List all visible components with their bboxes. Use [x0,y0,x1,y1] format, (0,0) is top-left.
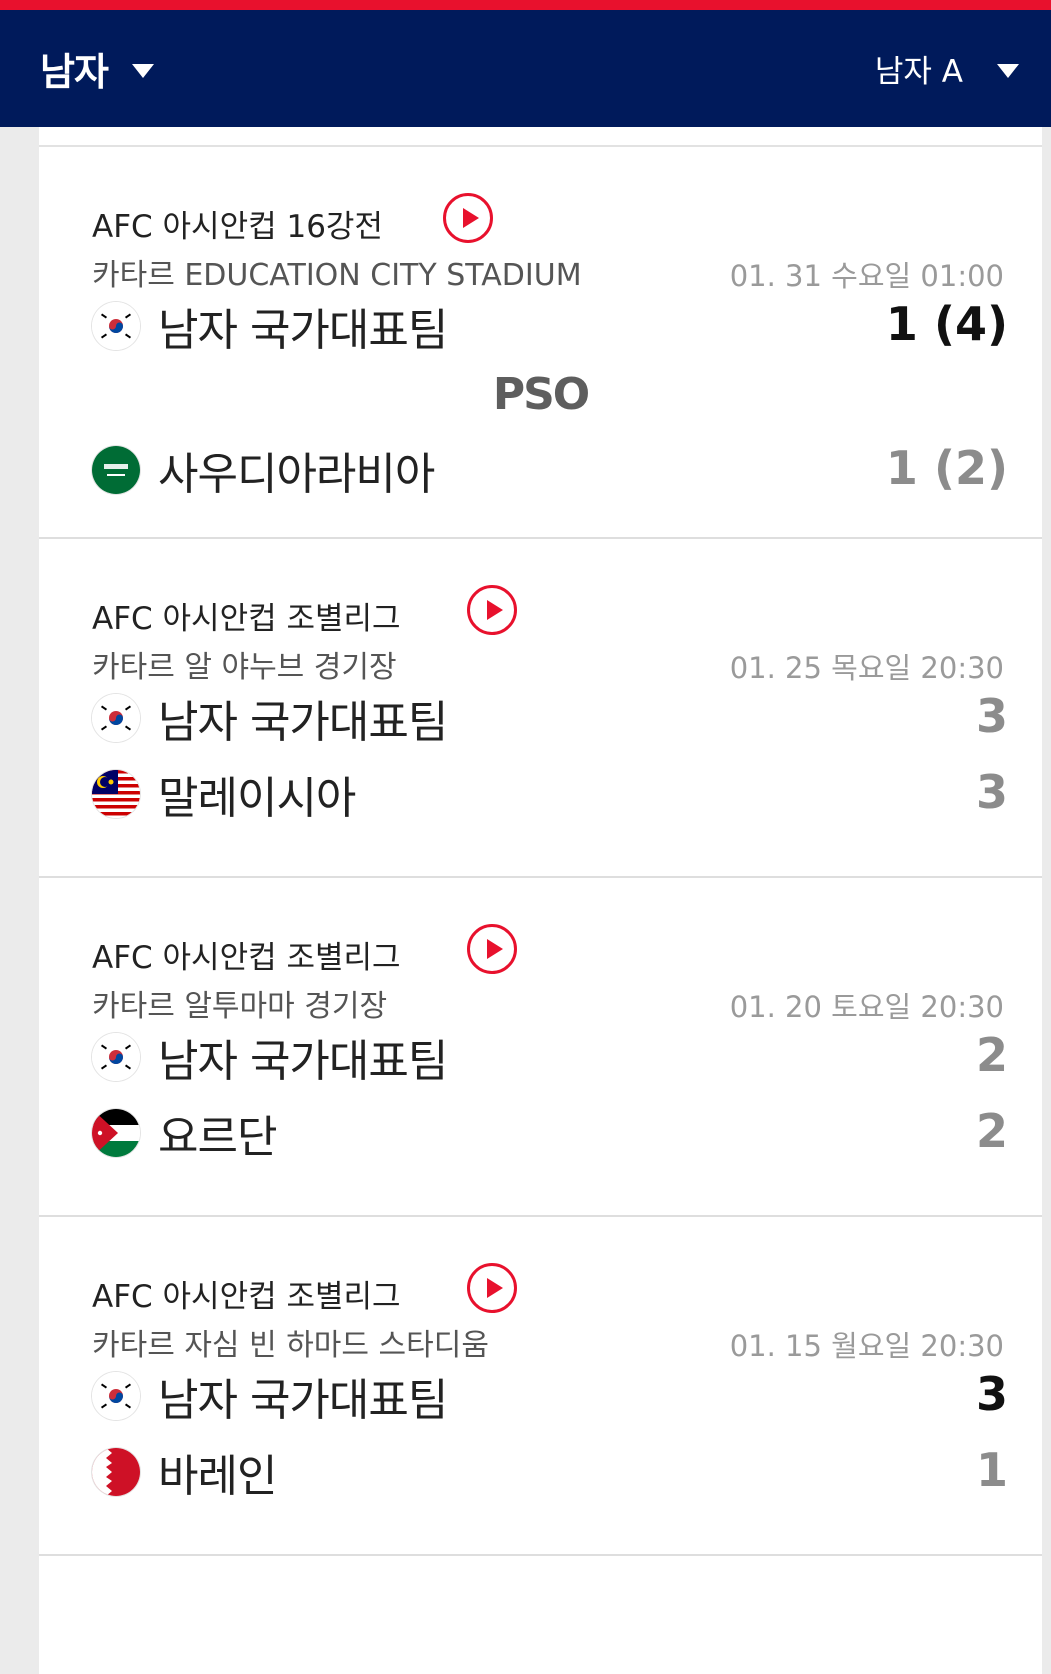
home-score: 1 (4) [885,297,1008,351]
caret-down-icon [997,63,1019,78]
away-team: 말레이시아 [92,769,356,824]
match-card[interactable]: AFC 아시안컵 조별리그 카타르 자심 빈 하마드 스타디움 01. 15 월… [39,1217,1042,1556]
venue-name: 카타르 알투마마 경기장 [92,989,388,1024]
korea-flag-icon [92,1033,140,1081]
competition-name: AFC 아시안컵 조별리그 [92,1279,401,1315]
play-video-icon[interactable] [467,924,517,974]
competition-name: AFC 아시안컵 조별리그 [92,940,401,976]
venue-name: 카타르 EDUCATION CITY STADIUM [92,258,582,293]
match-card[interactable]: AFC 아시안컵 조별리그 카타르 알투마마 경기장 01. 20 토요일 20… [39,878,1042,1217]
home-score: 3 [975,1367,1008,1421]
home-score: 3 [975,689,1008,743]
malaysia-flag-icon [92,770,140,818]
app-header: 남자 남자 A [0,10,1051,127]
top-accent-line [0,0,1051,10]
team-name: 바레인 [158,1451,277,1502]
korea-flag-icon [92,1372,140,1420]
list-top-strip [39,127,1042,147]
venue-name: 카타르 알 야누브 경기장 [92,650,397,685]
team-name: 사우디아라비아 [158,449,435,500]
team-name: 남자 국가대표팀 [158,697,448,748]
competition-name: AFC 아시안컵 조별리그 [92,601,401,637]
match-datetime: 01. 31 수요일 01:00 [729,259,1004,293]
saudi-arabia-flag-icon [92,446,140,494]
match-list: AFC 아시안컵 16강전 카타르 EDUCATION CITY STADIUM… [39,127,1042,1674]
away-score: 1 [975,1443,1008,1497]
jordan-flag-icon [92,1109,140,1157]
team-name: 말레이시아 [158,773,356,824]
venue-name: 카타르 자심 빈 하마드 스타디움 [92,1328,489,1363]
gender-selector-label: 남자 [40,50,109,94]
away-team: 사우디아라비아 [92,445,435,500]
team-name: 요르단 [158,1112,277,1163]
bahrain-flag-icon [92,1448,140,1496]
match-datetime: 01. 20 토요일 20:30 [729,990,1004,1024]
team-selector[interactable]: 남자 A [875,10,1019,127]
match-card[interactable]: AFC 아시안컵 16강전 카타르 EDUCATION CITY STADIUM… [39,147,1042,539]
korea-flag-icon [92,302,140,350]
caret-down-icon [131,63,154,78]
korea-flag-icon [92,694,140,742]
team-name: 남자 국가대표팀 [158,1375,448,1426]
home-team: 남자 국가대표팀 [92,693,448,748]
play-video-icon[interactable] [467,585,517,635]
match-datetime: 01. 25 목요일 20:30 [729,651,1004,685]
away-score: 3 [975,765,1008,819]
home-team: 남자 국가대표팀 [92,301,448,356]
match-datetime: 01. 15 월요일 20:30 [729,1329,1004,1363]
home-team: 남자 국가대표팀 [92,1371,448,1426]
team-name: 남자 국가대표팀 [158,305,448,356]
away-team: 요르단 [92,1108,277,1163]
gender-selector[interactable]: 남자 [40,10,154,127]
match-card[interactable]: AFC 아시안컵 조별리그 카타르 알 야누브 경기장 01. 25 목요일 2… [39,539,1042,878]
play-video-icon[interactable] [467,1263,517,1313]
play-video-icon[interactable] [443,193,493,243]
away-team: 바레인 [92,1447,277,1502]
competition-name: AFC 아시안컵 16강전 [92,209,383,245]
home-score: 2 [975,1028,1008,1082]
pso-label: PSO [492,369,590,420]
team-selector-label: 남자 A [874,54,963,90]
away-score: 2 [975,1104,1008,1158]
away-score: 1 (2) [885,441,1008,495]
team-name: 남자 국가대표팀 [158,1036,448,1087]
home-team: 남자 국가대표팀 [92,1032,448,1087]
